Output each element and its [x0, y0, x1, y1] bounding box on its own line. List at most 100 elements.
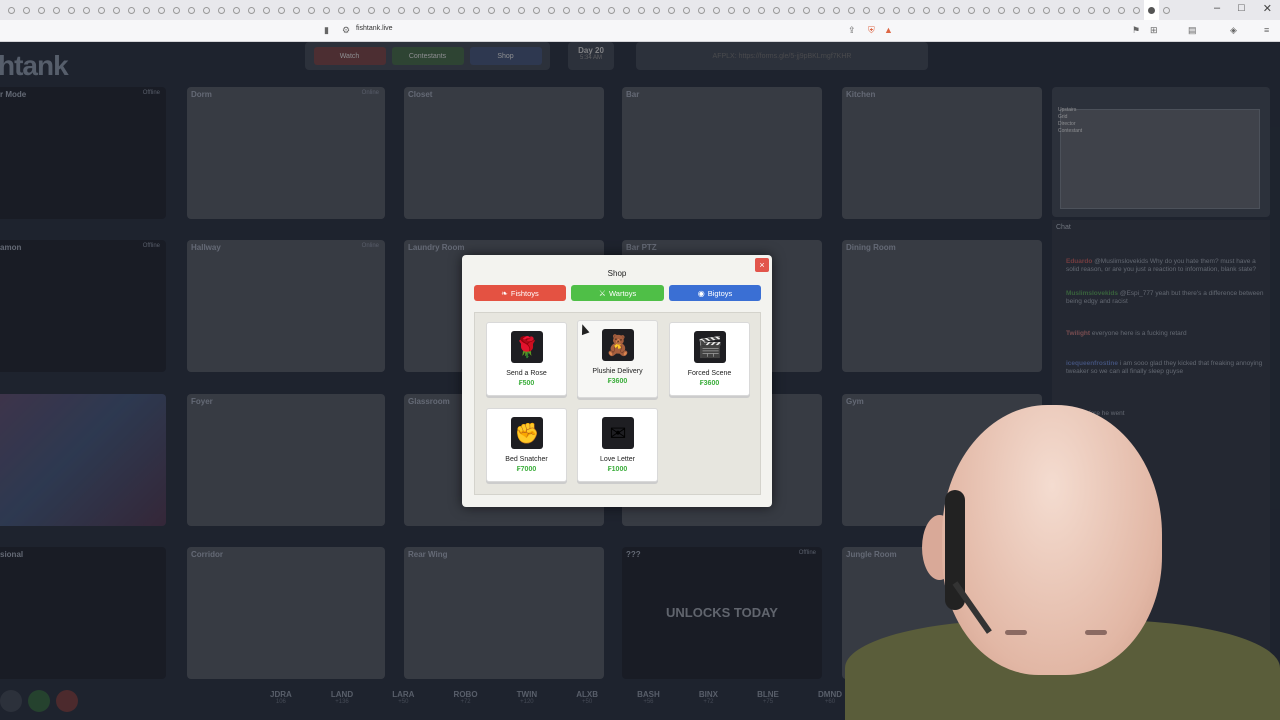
browser-tab[interactable]	[904, 0, 919, 20]
browser-tab[interactable]	[724, 0, 739, 20]
item-send-a-rose[interactable]: 🌹 Send a Rose ₣500	[486, 322, 567, 396]
browser-tab[interactable]	[649, 0, 664, 20]
browser-tab[interactable]	[694, 0, 709, 20]
browser-tab[interactable]	[424, 0, 439, 20]
browser-tab[interactable]	[19, 0, 34, 20]
browser-tab[interactable]	[304, 0, 319, 20]
browser-tab[interactable]	[124, 0, 139, 20]
browser-tab[interactable]	[109, 0, 124, 20]
browser-tab[interactable]	[964, 0, 979, 20]
browser-tab[interactable]	[619, 0, 634, 20]
browser-tab[interactable]	[709, 0, 724, 20]
browser-tab[interactable]	[664, 0, 679, 20]
browser-tab[interactable]	[244, 0, 259, 20]
browser-tab[interactable]	[4, 0, 19, 20]
browser-tab[interactable]	[1114, 0, 1129, 20]
close-window-icon[interactable]: ✕	[1263, 2, 1272, 15]
browser-tab[interactable]	[154, 0, 169, 20]
browser-tab[interactable]	[814, 0, 829, 20]
browser-tab[interactable]	[379, 0, 394, 20]
browser-tab[interactable]	[1054, 0, 1069, 20]
browser-tab[interactable]	[784, 0, 799, 20]
site-info-icon[interactable]: ⚙	[342, 25, 350, 36]
browser-tab[interactable]	[919, 0, 934, 20]
item-forced-scene[interactable]: 🎬 Forced Scene ₣3600	[669, 322, 750, 396]
browser-tab[interactable]	[769, 0, 784, 20]
sidebar-icon[interactable]: ▤	[1188, 25, 1197, 36]
item-love-letter[interactable]: ✉ Love Letter ₣1000	[577, 408, 658, 482]
browser-tab[interactable]	[1024, 0, 1039, 20]
browser-tab[interactable]	[364, 0, 379, 20]
extension-icon[interactable]: ⚑	[1132, 25, 1140, 36]
browser-tab[interactable]	[754, 0, 769, 20]
browser-tab[interactable]	[874, 0, 889, 20]
browser-tab[interactable]	[949, 0, 964, 20]
browser-tab[interactable]	[979, 0, 994, 20]
browser-tab[interactable]	[1099, 0, 1114, 20]
browser-tab[interactable]	[679, 0, 694, 20]
brave-shield-icon[interactable]: ⛨	[868, 25, 875, 36]
browser-tab[interactable]	[34, 0, 49, 20]
browser-tab[interactable]	[64, 0, 79, 20]
share-icon[interactable]: ⇪	[848, 25, 856, 36]
browser-tab[interactable]	[184, 0, 199, 20]
browser-tab[interactable]	[139, 0, 154, 20]
browser-tab[interactable]	[1144, 0, 1159, 20]
menu-icon[interactable]: ≡	[1264, 25, 1269, 35]
browser-tab[interactable]	[829, 0, 844, 20]
browser-tab[interactable]	[589, 0, 604, 20]
browser-tab[interactable]	[169, 0, 184, 20]
brave-rewards-icon[interactable]: ▲	[884, 25, 893, 35]
browser-tab[interactable]	[859, 0, 874, 20]
minimize-icon[interactable]: –	[1214, 2, 1220, 15]
browser-tab[interactable]	[1129, 0, 1144, 20]
browser-tab[interactable]	[604, 0, 619, 20]
browser-tab[interactable]	[214, 0, 229, 20]
browser-tab[interactable]	[439, 0, 454, 20]
browser-tab[interactable]	[1039, 0, 1054, 20]
browser-tab[interactable]	[1069, 0, 1084, 20]
browser-tab[interactable]	[739, 0, 754, 20]
extension-icon[interactable]: ⊞	[1150, 25, 1158, 36]
browser-tab[interactable]	[469, 0, 484, 20]
browser-tab[interactable]	[889, 0, 904, 20]
url-text[interactable]: fishtank.live	[356, 25, 393, 32]
bookmark-icon[interactable]: ▮	[324, 25, 329, 36]
browser-tab[interactable]	[394, 0, 409, 20]
browser-tab[interactable]	[1159, 0, 1174, 20]
browser-tab[interactable]	[1084, 0, 1099, 20]
item-bed-snatcher[interactable]: ✊ Bed Snatcher ₣7000	[486, 408, 567, 482]
browser-tab[interactable]	[844, 0, 859, 20]
close-button[interactable]: ×	[755, 258, 769, 272]
browser-tab[interactable]	[319, 0, 334, 20]
browser-tab[interactable]	[994, 0, 1009, 20]
tab-fishtoys[interactable]: ❧ Fishtoys	[474, 285, 566, 301]
browser-tab[interactable]	[289, 0, 304, 20]
browser-tab[interactable]	[799, 0, 814, 20]
browser-tab[interactable]	[259, 0, 274, 20]
browser-tab[interactable]	[559, 0, 574, 20]
browser-tab[interactable]	[634, 0, 649, 20]
browser-tab[interactable]	[229, 0, 244, 20]
browser-tab[interactable]	[79, 0, 94, 20]
browser-tab[interactable]	[409, 0, 424, 20]
tab-bigtoys[interactable]: ◉ Bigtoys	[669, 285, 761, 301]
browser-tab[interactable]	[49, 0, 64, 20]
browser-tab[interactable]	[499, 0, 514, 20]
browser-tab[interactable]	[349, 0, 364, 20]
browser-tab[interactable]	[199, 0, 214, 20]
wallet-icon[interactable]: ◈	[1230, 25, 1237, 36]
browser-tab[interactable]	[484, 0, 499, 20]
browser-tab[interactable]	[544, 0, 559, 20]
maximize-icon[interactable]: □	[1238, 2, 1245, 15]
browser-tab[interactable]	[334, 0, 349, 20]
browser-tab[interactable]	[529, 0, 544, 20]
browser-tab[interactable]	[454, 0, 469, 20]
browser-tab[interactable]	[934, 0, 949, 20]
browser-tab[interactable]	[1009, 0, 1024, 20]
browser-tab[interactable]	[514, 0, 529, 20]
tab-wartoys[interactable]: ⚔ Wartoys	[571, 285, 664, 301]
browser-tab[interactable]	[574, 0, 589, 20]
browser-tab[interactable]	[274, 0, 289, 20]
browser-tab[interactable]	[94, 0, 109, 20]
